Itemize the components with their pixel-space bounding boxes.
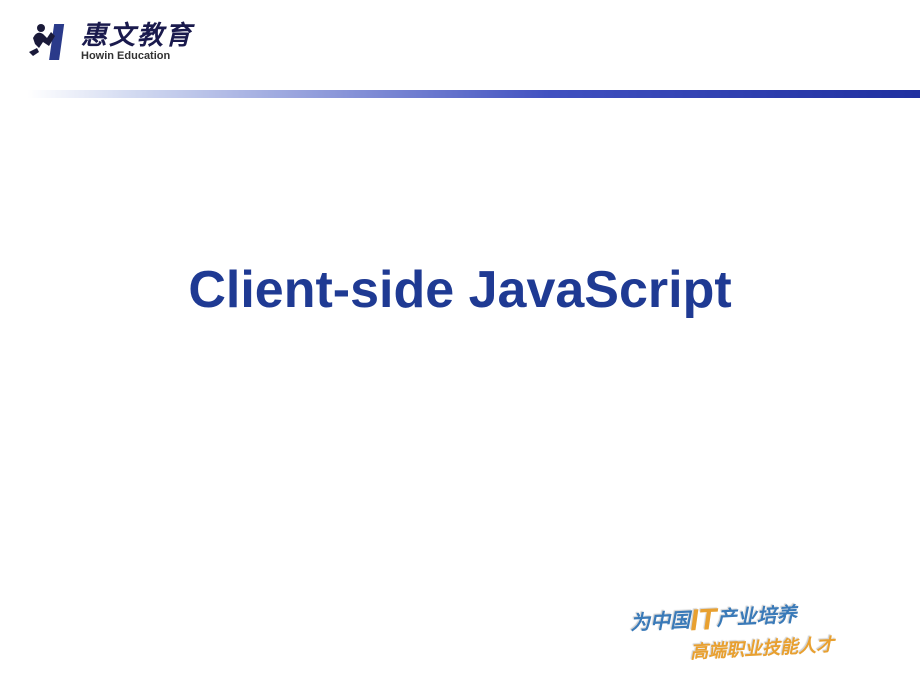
logo-chinese: 惠文教育 bbox=[81, 22, 193, 48]
footer-slogan: 为中国IT产业培养 高端职业技能人才 bbox=[630, 600, 890, 670]
footer-line1-prefix: 为中国 bbox=[630, 610, 691, 635]
slide-title: Client-side JavaScript bbox=[0, 260, 920, 320]
logo-text: 惠文教育 Howin Education bbox=[81, 22, 193, 62]
slide-header: 惠文教育 Howin Education bbox=[0, 0, 920, 90]
logo: 惠文教育 Howin Education bbox=[25, 18, 193, 66]
footer-it-text: IT bbox=[689, 603, 717, 637]
header-divider bbox=[0, 90, 920, 98]
logo-icon bbox=[25, 18, 73, 66]
footer-line1-suffix: 产业培养 bbox=[716, 604, 797, 630]
logo-english: Howin Education bbox=[81, 50, 193, 62]
